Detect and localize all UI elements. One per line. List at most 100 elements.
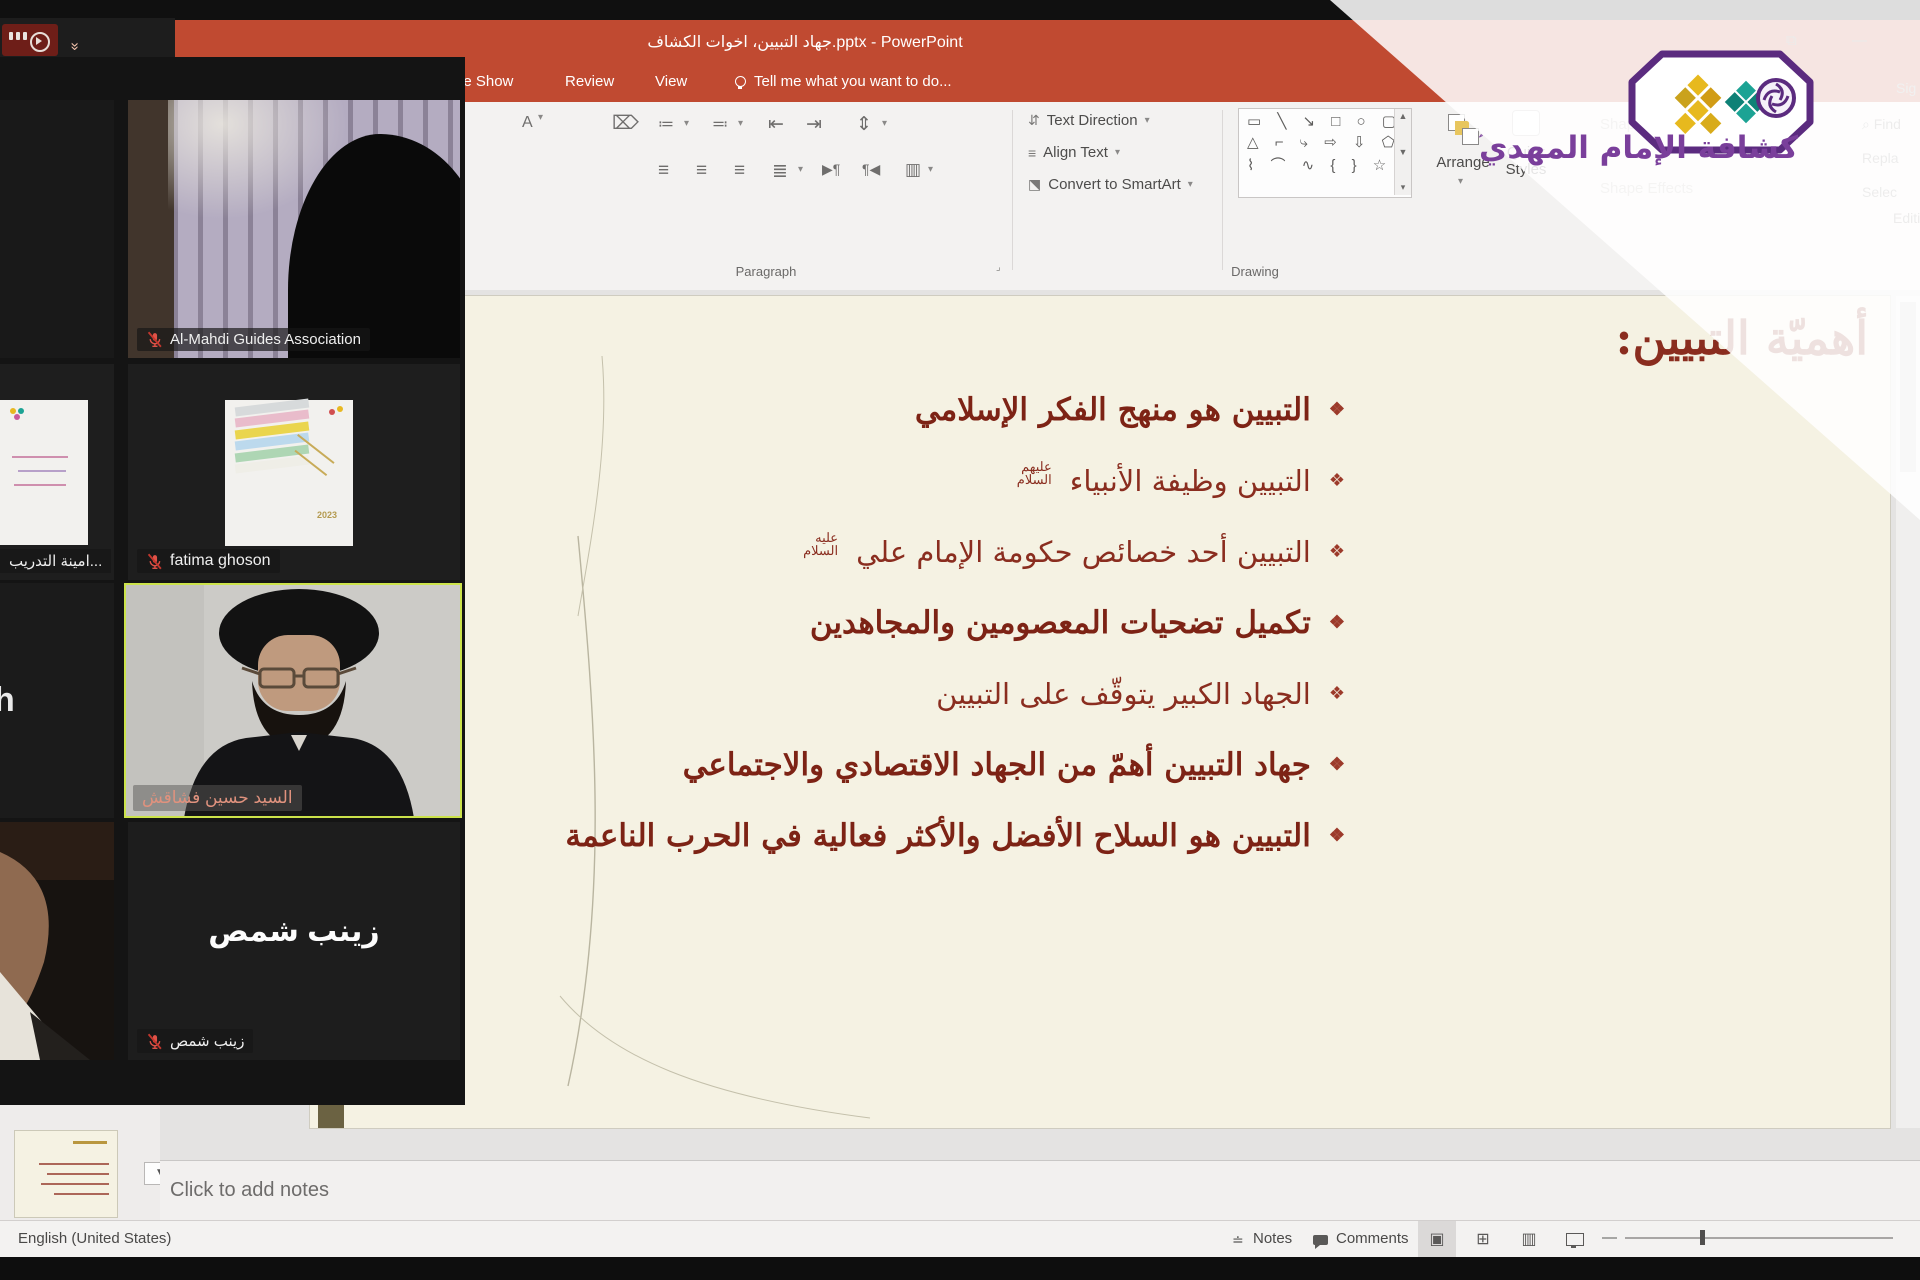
dropdown-icon: ▾ bbox=[1145, 115, 1150, 126]
shape-fill-button[interactable]: Shape Fill bbox=[1600, 116, 1667, 133]
group-divider bbox=[1222, 110, 1223, 270]
comments-toggle-button[interactable]: Comments bbox=[1336, 1230, 1409, 1247]
scroll-up-icon[interactable]: ▲ bbox=[1399, 111, 1408, 121]
video-tile-almahdi-guides[interactable]: Al-Mahdi Guides Association bbox=[128, 100, 460, 358]
video-tile-partial[interactable] bbox=[0, 100, 114, 358]
tab-review[interactable]: Review bbox=[565, 73, 614, 90]
paragraph-dialog-launcher-icon[interactable]: ⌟ bbox=[996, 262, 1001, 273]
meeting-floating-toolbar[interactable] bbox=[0, 18, 175, 58]
shapes-row[interactable]: ⌇ ⌒ ∿ { } ☆ bbox=[1239, 151, 1411, 175]
text-direction-button[interactable]: ⇵ Text Direction ▾ bbox=[1028, 112, 1150, 129]
numbering-icon[interactable]: ≕ bbox=[712, 114, 728, 134]
smartart-icon: ⬔ bbox=[1028, 176, 1041, 193]
dropdown-icon[interactable]: ▾ bbox=[684, 118, 689, 129]
select-button[interactable]: Selec bbox=[1862, 184, 1897, 200]
justify-icon[interactable]: ≣ bbox=[772, 160, 788, 183]
notes-toggle-button[interactable]: Notes bbox=[1253, 1230, 1292, 1247]
bullets-icon[interactable]: ≔ bbox=[658, 114, 674, 134]
scrollbar-thumb[interactable] bbox=[1900, 302, 1916, 472]
shape-effects-button[interactable]: Shape Effects bbox=[1600, 180, 1693, 197]
arrange-button[interactable]: Arrange bbox=[1420, 154, 1506, 171]
decrease-indent-icon[interactable]: ⇤ bbox=[768, 113, 784, 136]
align-text-button[interactable]: ≡ Align Text ▾ bbox=[1028, 144, 1120, 161]
participant-name-tag: Al-Mahdi Guides Association bbox=[137, 328, 370, 351]
dropdown-icon[interactable]: ▾ bbox=[538, 112, 543, 123]
bullet-diamond-icon: ❖ bbox=[1329, 612, 1345, 633]
right-to-left-icon[interactable]: ¶◀ bbox=[862, 161, 880, 178]
meeting-controls-fragment[interactable] bbox=[2, 24, 58, 56]
slide-corner-ornament bbox=[318, 1102, 344, 1128]
record-play-icon[interactable] bbox=[30, 32, 50, 52]
thumbnail-text-line bbox=[47, 1173, 109, 1175]
normal-view-button[interactable]: ▣ bbox=[1418, 1221, 1456, 1257]
convert-smartart-button[interactable]: ⬔ Convert to SmartArt ▾ bbox=[1028, 176, 1193, 193]
clear-formatting-icon[interactable]: ⌦ bbox=[612, 112, 639, 135]
align-text-icon: ≡ bbox=[1028, 145, 1036, 161]
dropdown-icon[interactable]: ▾ bbox=[798, 164, 803, 175]
video-tile-fatima[interactable]: 2023 fatima ghoson bbox=[128, 364, 460, 580]
bullet-diamond-icon: ❖ bbox=[1329, 683, 1345, 704]
slide-sorter-view-button[interactable]: ⊞ bbox=[1464, 1221, 1502, 1257]
shapes-row[interactable]: ▭ ╲ ↘ □ ○ ▢ bbox=[1239, 109, 1411, 130]
zoom-slider-thumb[interactable] bbox=[1700, 1230, 1705, 1245]
video-tile-partial-h[interactable]: h bbox=[0, 583, 114, 818]
shapes-row[interactable]: △ ⌐ ⤷ ⇨ ⇩ ⬠ bbox=[1239, 130, 1411, 151]
tab-view[interactable]: View bbox=[655, 73, 687, 90]
participant-name-tag: السيد حسين فشاقش bbox=[133, 785, 302, 811]
video-tile-active-speaker[interactable]: السيد حسين فشاقش bbox=[124, 583, 462, 818]
minimize-window-icon[interactable]: — bbox=[1852, 32, 1867, 49]
align-right-icon[interactable]: ≡ bbox=[734, 160, 745, 182]
ribbon-display-options-icon[interactable]: « bbox=[66, 42, 83, 50]
columns-icon[interactable]: ▥ bbox=[905, 160, 921, 180]
card-year-label: 2023 bbox=[317, 510, 337, 520]
replace-button[interactable]: Repla bbox=[1862, 150, 1899, 166]
line-spacing-icon[interactable]: ⇕ bbox=[856, 113, 872, 136]
shared-card-image: 2023 bbox=[225, 400, 353, 546]
group-divider bbox=[1012, 110, 1013, 270]
mic-muted-icon bbox=[146, 1033, 163, 1050]
slide-thumbnail[interactable] bbox=[14, 1130, 118, 1218]
zoom-out-button[interactable]: — bbox=[1602, 1229, 1617, 1246]
tell-me-box[interactable]: Tell me what you want to do... bbox=[735, 73, 952, 90]
gallery-expand-icon[interactable]: ▾ bbox=[1401, 182, 1406, 193]
align-center-icon[interactable]: ≡ bbox=[696, 160, 707, 182]
find-button[interactable]: ⌕ Find bbox=[1862, 116, 1901, 133]
text-direction-icon: ⇵ bbox=[1028, 112, 1040, 129]
dropdown-icon[interactable]: ▾ bbox=[738, 118, 743, 129]
participant-name-tag: fatima ghoson bbox=[137, 549, 280, 573]
language-indicator[interactable]: English (United States) bbox=[18, 1230, 171, 1247]
thumbnail-text-line bbox=[41, 1183, 109, 1185]
slide-scrollbar[interactable] bbox=[1896, 296, 1920, 1128]
slide-canvas[interactable]: أهميّة التبيين: ❖ التبيين هو منهج الفكر … bbox=[310, 296, 1890, 1128]
notes-pane[interactable]: Click to add notes bbox=[160, 1160, 1920, 1221]
bullet-diamond-icon: ❖ bbox=[1329, 541, 1345, 562]
left-to-right-icon[interactable]: ▶¶ bbox=[822, 161, 840, 178]
video-tile-amina[interactable]: ...امينة التدريب bbox=[0, 364, 114, 580]
align-left-icon[interactable]: ≡ bbox=[658, 160, 669, 182]
shapes-scrollbar[interactable]: ▲ ▼ ▾ bbox=[1394, 109, 1411, 195]
video-tile-partial-photo[interactable] bbox=[0, 822, 114, 1060]
slide-show-button[interactable] bbox=[1556, 1221, 1594, 1257]
bullet-diamond-icon: ❖ bbox=[1329, 754, 1345, 775]
zoom-slider-track[interactable] bbox=[1625, 1237, 1893, 1239]
participant-name-tag: ...امينة التدريب bbox=[0, 549, 111, 573]
bullet-diamond-icon: ❖ bbox=[1329, 825, 1345, 846]
dropdown-icon[interactable]: ▾ bbox=[882, 118, 887, 129]
restore-window-icon[interactable]: ⧉ bbox=[1786, 32, 1797, 49]
quick-styles-button[interactable]: Quick Styles bbox=[1495, 144, 1557, 178]
reading-view-button[interactable]: ▥ bbox=[1510, 1221, 1548, 1257]
dropdown-icon[interactable]: ▾ bbox=[928, 164, 933, 175]
notes-placeholder[interactable]: Click to add notes bbox=[170, 1179, 329, 1202]
drawing-group-label: Drawing bbox=[1205, 264, 1305, 279]
shared-card-image bbox=[0, 400, 88, 545]
video-tile-zainab[interactable]: زينب شمص زينب شمص bbox=[128, 822, 460, 1060]
control-dot-icon bbox=[23, 32, 27, 40]
increase-indent-icon[interactable]: ⇥ bbox=[806, 113, 822, 136]
meeting-video-panel[interactable]: ...امينة التدريب h Al-Mahdi Guides Assoc… bbox=[0, 57, 465, 1105]
dropdown-icon[interactable]: ▾ bbox=[1458, 176, 1463, 187]
shapes-gallery[interactable]: ▭ ╲ ↘ □ ○ ▢ △ ⌐ ⤷ ⇨ ⇩ ⬠ ⌇ ⌒ ∿ { } ☆ ▲ ▼ … bbox=[1238, 108, 1412, 198]
sign-in-label[interactable]: Sig bbox=[1896, 80, 1916, 96]
shrink-font-icon[interactable]: A bbox=[522, 114, 533, 132]
slide-show-icon bbox=[1566, 1233, 1584, 1246]
scroll-down-icon[interactable]: ▼ bbox=[1399, 147, 1408, 157]
